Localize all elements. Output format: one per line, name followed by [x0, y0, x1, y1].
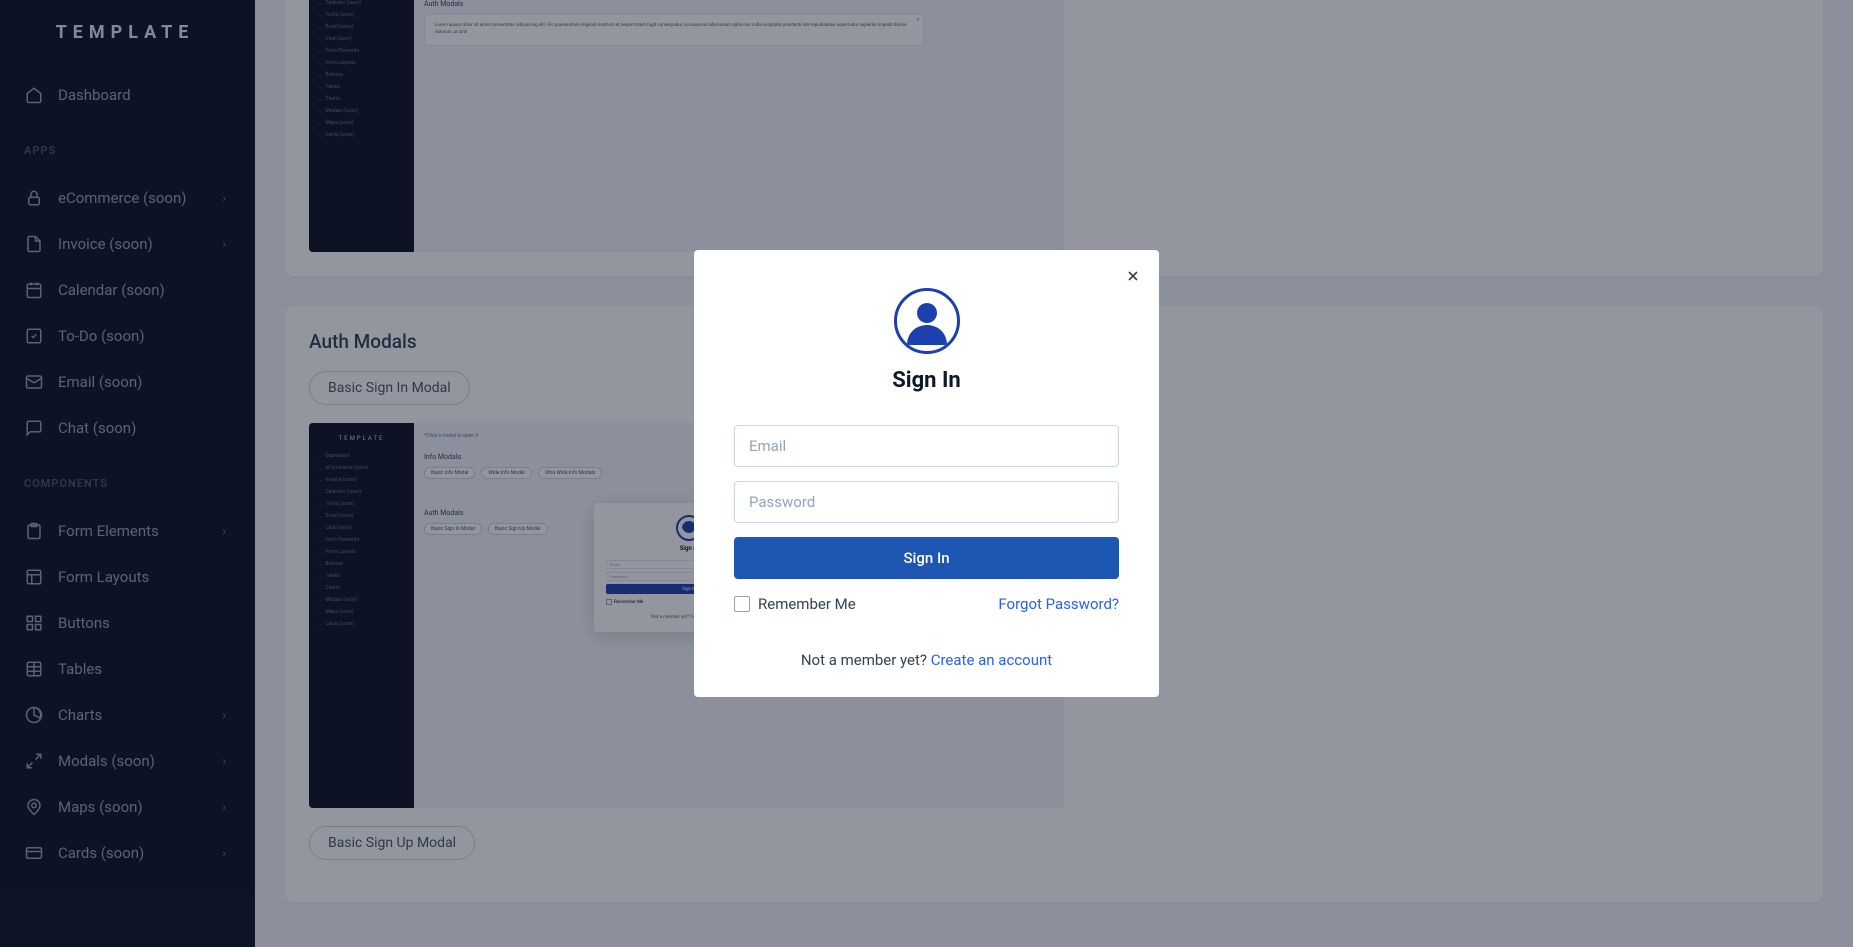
modal-title: Sign In: [734, 368, 1119, 393]
close-icon[interactable]: [1123, 266, 1143, 286]
footer-text: Not a member yet?: [801, 651, 931, 669]
forgot-password-link[interactable]: Forgot Password?: [998, 595, 1119, 613]
checkbox-icon: [734, 596, 750, 612]
email-field[interactable]: [734, 425, 1119, 467]
avatar-icon: [894, 288, 960, 354]
modal-overlay[interactable]: Sign In Sign In Remember Me Forgot Passw…: [0, 0, 1853, 947]
create-account-link[interactable]: Create an account: [931, 651, 1052, 669]
remember-me-checkbox[interactable]: Remember Me: [734, 595, 856, 613]
remember-me-label: Remember Me: [758, 595, 856, 613]
sign-in-button[interactable]: Sign In: [734, 537, 1119, 579]
password-field[interactable]: [734, 481, 1119, 523]
modal-footer: Not a member yet? Create an account: [734, 651, 1119, 669]
sign-in-modal: Sign In Sign In Remember Me Forgot Passw…: [694, 250, 1159, 697]
